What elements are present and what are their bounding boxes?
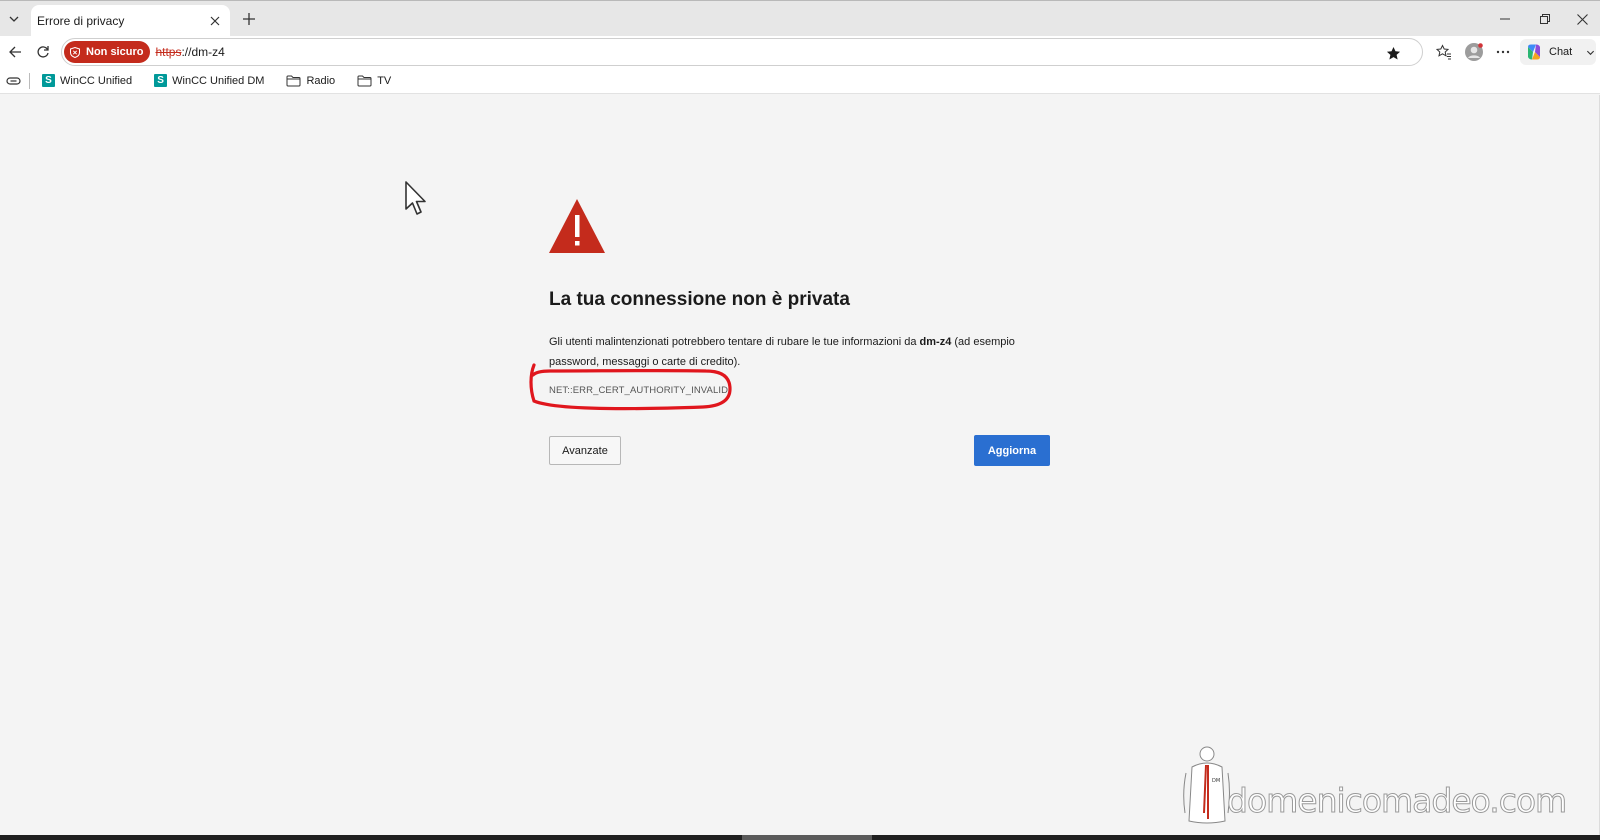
favorite-folder-radio[interactable]: Radio: [284, 70, 337, 92]
close-icon: [1576, 13, 1588, 25]
favorite-label: TV: [377, 74, 392, 87]
new-tab-button[interactable]: [237, 7, 261, 31]
copilot-chat-button[interactable]: Chat: [1520, 39, 1596, 65]
siemens-s-icon: S: [154, 74, 168, 87]
navigation-toolbar: Non sicuro https://dm-z4 Chat: [0, 36, 1600, 68]
favorite-wincc-unified-dm[interactable]: S WinCC Unified DM: [152, 70, 266, 92]
favorites-separator: [29, 72, 30, 89]
url-host: ://dm-z4: [181, 45, 225, 59]
folder-icon: [286, 75, 301, 86]
settings-more-button[interactable]: [1490, 39, 1516, 65]
tab-actions-menu-button[interactable]: [2, 7, 26, 31]
favorites-star-list-icon: [1436, 44, 1451, 60]
avatar-icon: [1465, 43, 1483, 61]
close-window-button[interactable]: [1562, 5, 1600, 33]
tab-close-button[interactable]: [204, 10, 226, 32]
tab-title: Errore di privacy: [37, 14, 125, 28]
collections-button[interactable]: [6, 75, 21, 87]
mouse-cursor-icon: [405, 181, 426, 215]
back-button[interactable]: [2, 39, 28, 65]
plus-icon: [243, 13, 255, 25]
error-heading: La tua connessione non è privata: [549, 289, 850, 310]
scrollbar-thumb[interactable]: [742, 835, 872, 840]
restore-button[interactable]: [1525, 5, 1565, 33]
address-bar[interactable]: Non sicuro https://dm-z4: [61, 38, 1423, 66]
warning-triangle-icon: [549, 199, 605, 253]
favorite-label: WinCC Unified: [60, 74, 133, 87]
not-secure-label: Non sicuro: [86, 46, 144, 58]
chat-label: Chat: [1549, 46, 1573, 58]
favorite-label: Radio: [306, 74, 336, 87]
star-filled-icon: [1386, 46, 1400, 59]
minimize-icon: [1500, 18, 1510, 20]
restore-icon: [1540, 14, 1550, 24]
favorite-label: WinCC Unified DM: [172, 74, 265, 87]
arrow-left-icon: [9, 46, 21, 58]
tab-active[interactable]: Errore di privacy: [31, 5, 230, 37]
chevron-down-icon: [1587, 50, 1595, 55]
close-icon: [210, 16, 220, 26]
not-secure-badge[interactable]: Non sicuro: [64, 41, 151, 63]
link-icon: [6, 76, 21, 85]
watermark-badge: DM: [1212, 778, 1220, 784]
refresh-button[interactable]: Aggiorna: [974, 435, 1050, 466]
reload-button[interactable]: [30, 39, 56, 65]
error-page: La tua connessione non è privata Gli ute…: [0, 95, 1600, 835]
minimize-button[interactable]: [1485, 5, 1525, 33]
error-description-start: Gli utenti malintenzionati potrebbero te…: [549, 336, 920, 348]
favorite-folder-tv[interactable]: TV: [355, 70, 393, 92]
favorite-wincc-unified[interactable]: S WinCC Unified: [40, 70, 134, 92]
person-silhouette-icon: DM: [1183, 746, 1230, 824]
favorites-button[interactable]: [1431, 39, 1457, 65]
advanced-button[interactable]: Avanzate: [549, 436, 621, 465]
url-scheme: https: [155, 45, 182, 59]
chevron-down-icon: [9, 16, 19, 22]
favorites-bar: S WinCC Unified S WinCC Unified DM Radio…: [0, 68, 1600, 94]
siemens-s-icon: S: [42, 74, 55, 87]
more-horizontal-icon: [1496, 50, 1510, 54]
profile-button[interactable]: [1461, 39, 1487, 65]
tab-strip: Errore di privacy: [0, 0, 1600, 37]
error-host: dm-z4: [919, 336, 952, 348]
refresh-icon: [37, 46, 49, 58]
url-text: https://dm-z4: [155, 45, 224, 59]
watermark-logo: DM domenicomadeo.com: [1175, 745, 1568, 837]
shield-warning-icon: [70, 46, 80, 58]
watermark-text: domenicomadeo.com: [1226, 781, 1567, 821]
red-circle-annotation: [529, 363, 732, 411]
copilot-icon: [1528, 44, 1540, 60]
favorite-star-button[interactable]: [1382, 42, 1404, 64]
folder-icon: [357, 75, 372, 86]
